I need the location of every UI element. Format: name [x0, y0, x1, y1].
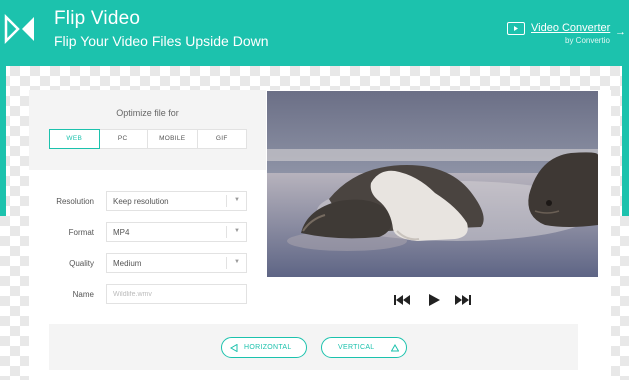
optimize-option-pc[interactable]: PC — [99, 130, 148, 148]
flip-horizontal-button[interactable]: HORIZONTAL — [221, 337, 307, 358]
video-converter-sub: by Convertio — [565, 36, 610, 45]
optimize-option-web[interactable]: WEB — [49, 129, 100, 149]
chevron-down-icon: ▼ — [234, 259, 240, 265]
optimize-option-mobile[interactable]: MOBILE — [148, 130, 198, 148]
arrow-right-icon: → — [615, 26, 626, 38]
optimize-option-gif[interactable]: GIF — [198, 130, 247, 148]
format-select[interactable]: MP4 ▼ — [106, 222, 247, 242]
flip-logo-icon — [4, 13, 34, 45]
flip-vertical-label: VERTICAL — [338, 344, 375, 351]
chevron-down-icon: ▼ — [234, 228, 240, 234]
optimize-label: Optimize file for — [116, 108, 179, 118]
video-icon — [507, 22, 525, 35]
select-divider — [226, 257, 227, 269]
accent-strip-left — [0, 66, 6, 216]
page-subtitle: Flip Your Video Files Upside Down — [54, 33, 269, 49]
quality-label: Quality — [69, 259, 94, 268]
video-converter-link[interactable]: Video Converter by Convertio → — [505, 20, 626, 50]
name-label: Name — [72, 290, 94, 299]
select-divider — [226, 226, 227, 238]
quality-select[interactable]: Medium ▼ — [106, 253, 247, 273]
resolution-value: Keep resolution — [113, 197, 169, 206]
video-preview — [267, 91, 598, 277]
skip-back-icon[interactable] — [393, 292, 411, 308]
app-header: Flip Video Flip Your Video Files Upside … — [0, 0, 629, 66]
format-value: MP4 — [113, 228, 130, 237]
quality-value: Medium — [113, 259, 142, 268]
skip-forward-icon[interactable] — [454, 292, 472, 308]
flip-toolbar — [49, 324, 578, 370]
resolution-select[interactable]: Keep resolution ▼ — [106, 191, 247, 211]
flip-horizontal-icon — [230, 344, 238, 352]
play-icon[interactable] — [425, 292, 443, 308]
chevron-down-icon: ▼ — [234, 197, 240, 203]
player-controls — [393, 292, 475, 308]
accent-strip-right — [622, 66, 629, 216]
resolution-label: Resolution — [56, 197, 94, 206]
page-title: Flip Video — [54, 8, 141, 29]
format-label: Format — [68, 228, 94, 237]
name-input[interactable] — [106, 284, 247, 304]
flip-horizontal-label: HORIZONTAL — [244, 344, 292, 351]
flip-vertical-icon — [391, 344, 399, 352]
flip-vertical-button[interactable]: VERTICAL — [321, 337, 407, 358]
select-divider — [226, 195, 227, 207]
video-converter-title[interactable]: Video Converter — [531, 22, 610, 34]
optimize-segmented-control: WEB PC MOBILE GIF — [49, 129, 247, 149]
